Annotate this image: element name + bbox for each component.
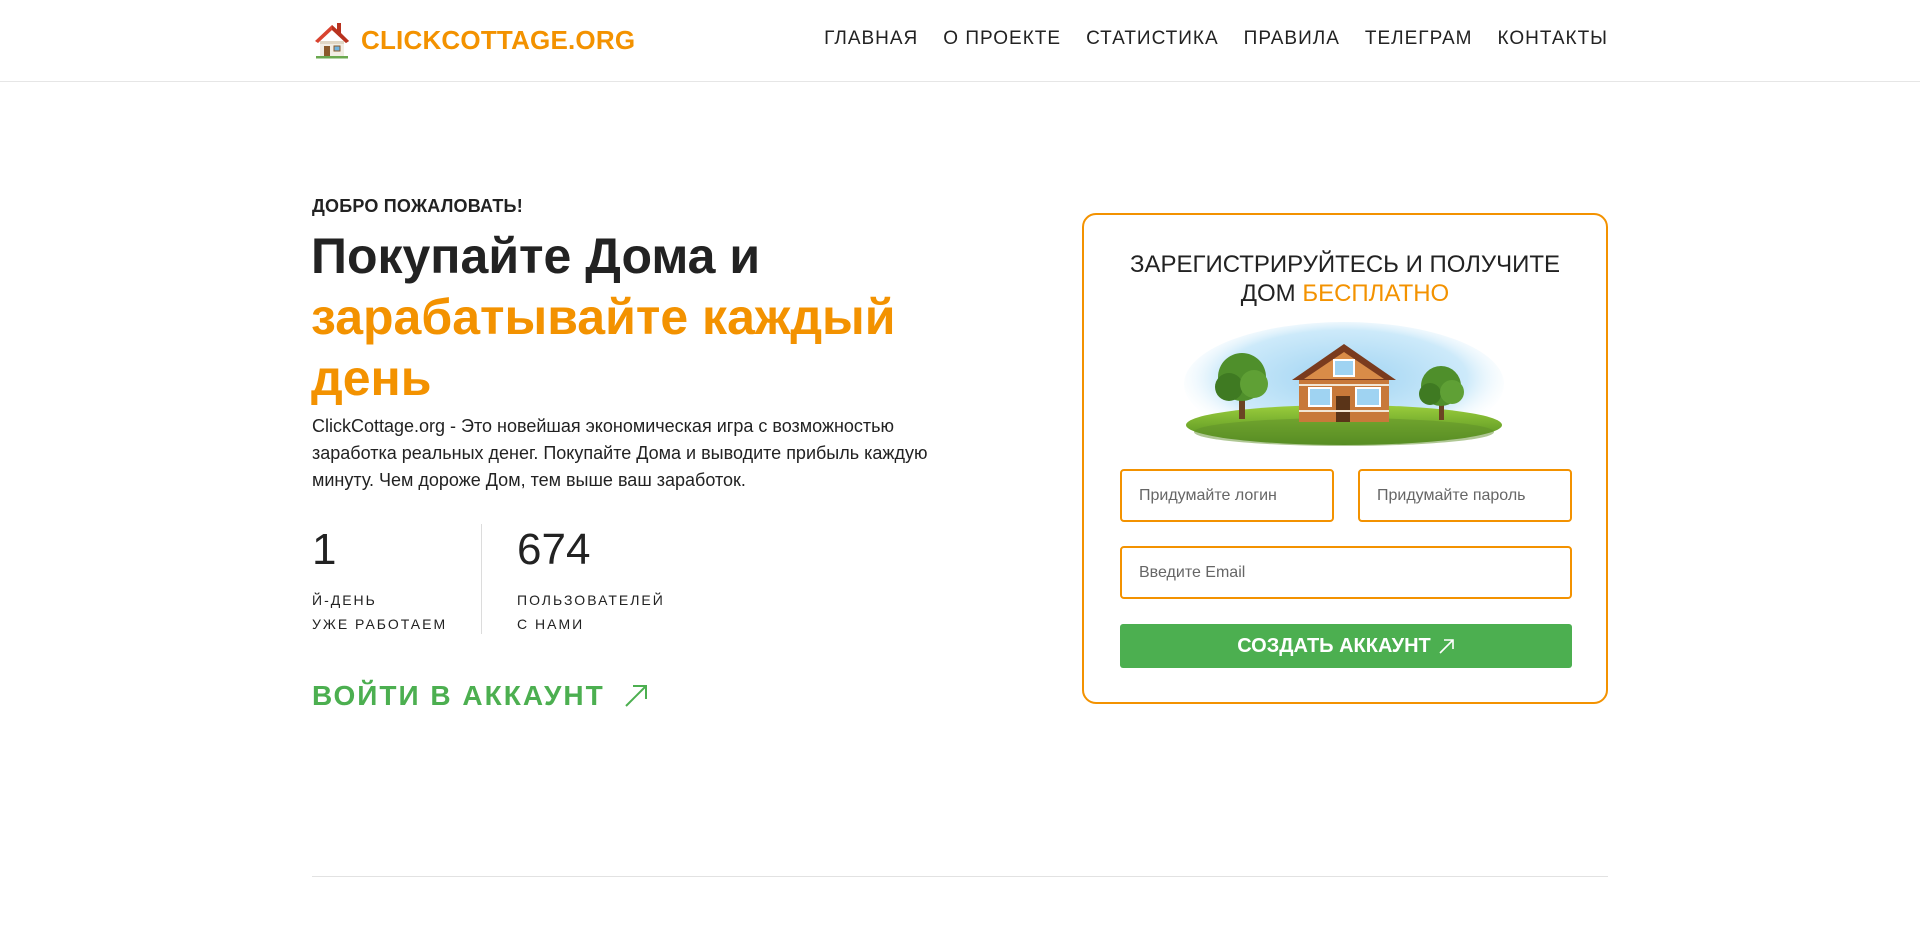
nav-item-telegram[interactable]: ТЕЛЕГРАМ — [1365, 28, 1473, 50]
stat-days-label-line1: Й-ДЕНЬ — [312, 592, 377, 608]
nav-item-statistics[interactable]: СТАТИСТИКА — [1086, 28, 1219, 50]
stat-users: 674 ПОЛЬЗОВАТЕЛЕЙ С НАМИ — [482, 524, 665, 634]
house-icon — [315, 23, 349, 59]
stat-days-label-line2: УЖЕ РАБОТАЕМ — [312, 616, 448, 632]
stat-users-label-line2: С НАМИ — [517, 616, 585, 632]
welcome-label: ДОБРО ПОЖАЛОВАТЬ! — [312, 196, 523, 216]
login-input[interactable] — [1120, 469, 1334, 522]
create-account-button[interactable]: СОЗДАТЬ АККАУНТ — [1120, 624, 1572, 668]
create-account-label: СОЗДАТЬ АККАУНТ — [1237, 634, 1431, 657]
hero-headline: Покупайте Дома и зарабатывайте каждый де… — [311, 226, 951, 409]
stat-days-value: 1 — [312, 525, 337, 574]
logo-text: CLICKCOTTAGE.ORG — [361, 24, 636, 55]
cottage-illustration — [1184, 322, 1504, 446]
arrow-up-right-icon — [625, 685, 647, 707]
email-input[interactable] — [1120, 546, 1572, 599]
headline-plain: Покупайте Дома и — [311, 228, 761, 284]
hero-description: ClickCottage.org - Это новейшая экономич… — [312, 416, 928, 490]
nav-item-home[interactable]: ГЛАВНАЯ — [824, 28, 918, 50]
stat-days-label: Й-ДЕНЬ УЖЕ РАБОТАЕМ — [312, 588, 481, 636]
nav-item-contacts[interactable]: КОНТАКТЫ — [1498, 28, 1609, 50]
login-account-link[interactable]: ВОЙТИ В АККАУНТ — [312, 680, 649, 712]
password-input[interactable] — [1358, 469, 1572, 522]
registration-card: ЗАРЕГИСТРИРУЙТЕСЬ И ПОЛУЧИТЕ ДОМ БЕСПЛАТ… — [1082, 213, 1608, 704]
stats-block: 1 Й-ДЕНЬ УЖЕ РАБОТАЕМ 674 ПОЛЬЗОВАТЕЛЕЙ … — [312, 524, 665, 634]
registration-title-accent: БЕСПЛАТНО — [1302, 280, 1450, 307]
section-divider — [312, 876, 1608, 877]
login-link-label: ВОЙТИ В АККАУНТ — [312, 680, 605, 711]
main-nav: ГЛАВНАЯ О ПРОЕКТЕ СТАТИСТИКА ПРАВИЛА ТЕЛ… — [824, 28, 1608, 50]
nav-item-rules[interactable]: ПРАВИЛА — [1244, 28, 1340, 50]
nav-item-about[interactable]: О ПРОЕКТЕ — [943, 28, 1061, 50]
headline-accent: зарабатывайте каждый день — [311, 289, 896, 406]
stat-days: 1 Й-ДЕНЬ УЖЕ РАБОТАЕМ — [312, 524, 482, 634]
site-logo[interactable]: CLICKCOTTAGE.ORG — [311, 18, 635, 62]
stat-users-value: 674 — [517, 525, 591, 574]
registration-title: ЗАРЕГИСТРИРУЙТЕСЬ И ПОЛУЧИТЕ ДОМ БЕСПЛАТ… — [1104, 250, 1586, 308]
site-header: CLICKCOTTAGE.ORG ГЛАВНАЯ О ПРОЕКТЕ СТАТИ… — [0, 0, 1920, 82]
stat-users-label-line1: ПОЛЬЗОВАТЕЛЕЙ — [517, 592, 665, 608]
arrow-up-right-icon — [1439, 638, 1454, 654]
stat-users-label: ПОЛЬЗОВАТЕЛЕЙ С НАМИ — [517, 588, 665, 636]
